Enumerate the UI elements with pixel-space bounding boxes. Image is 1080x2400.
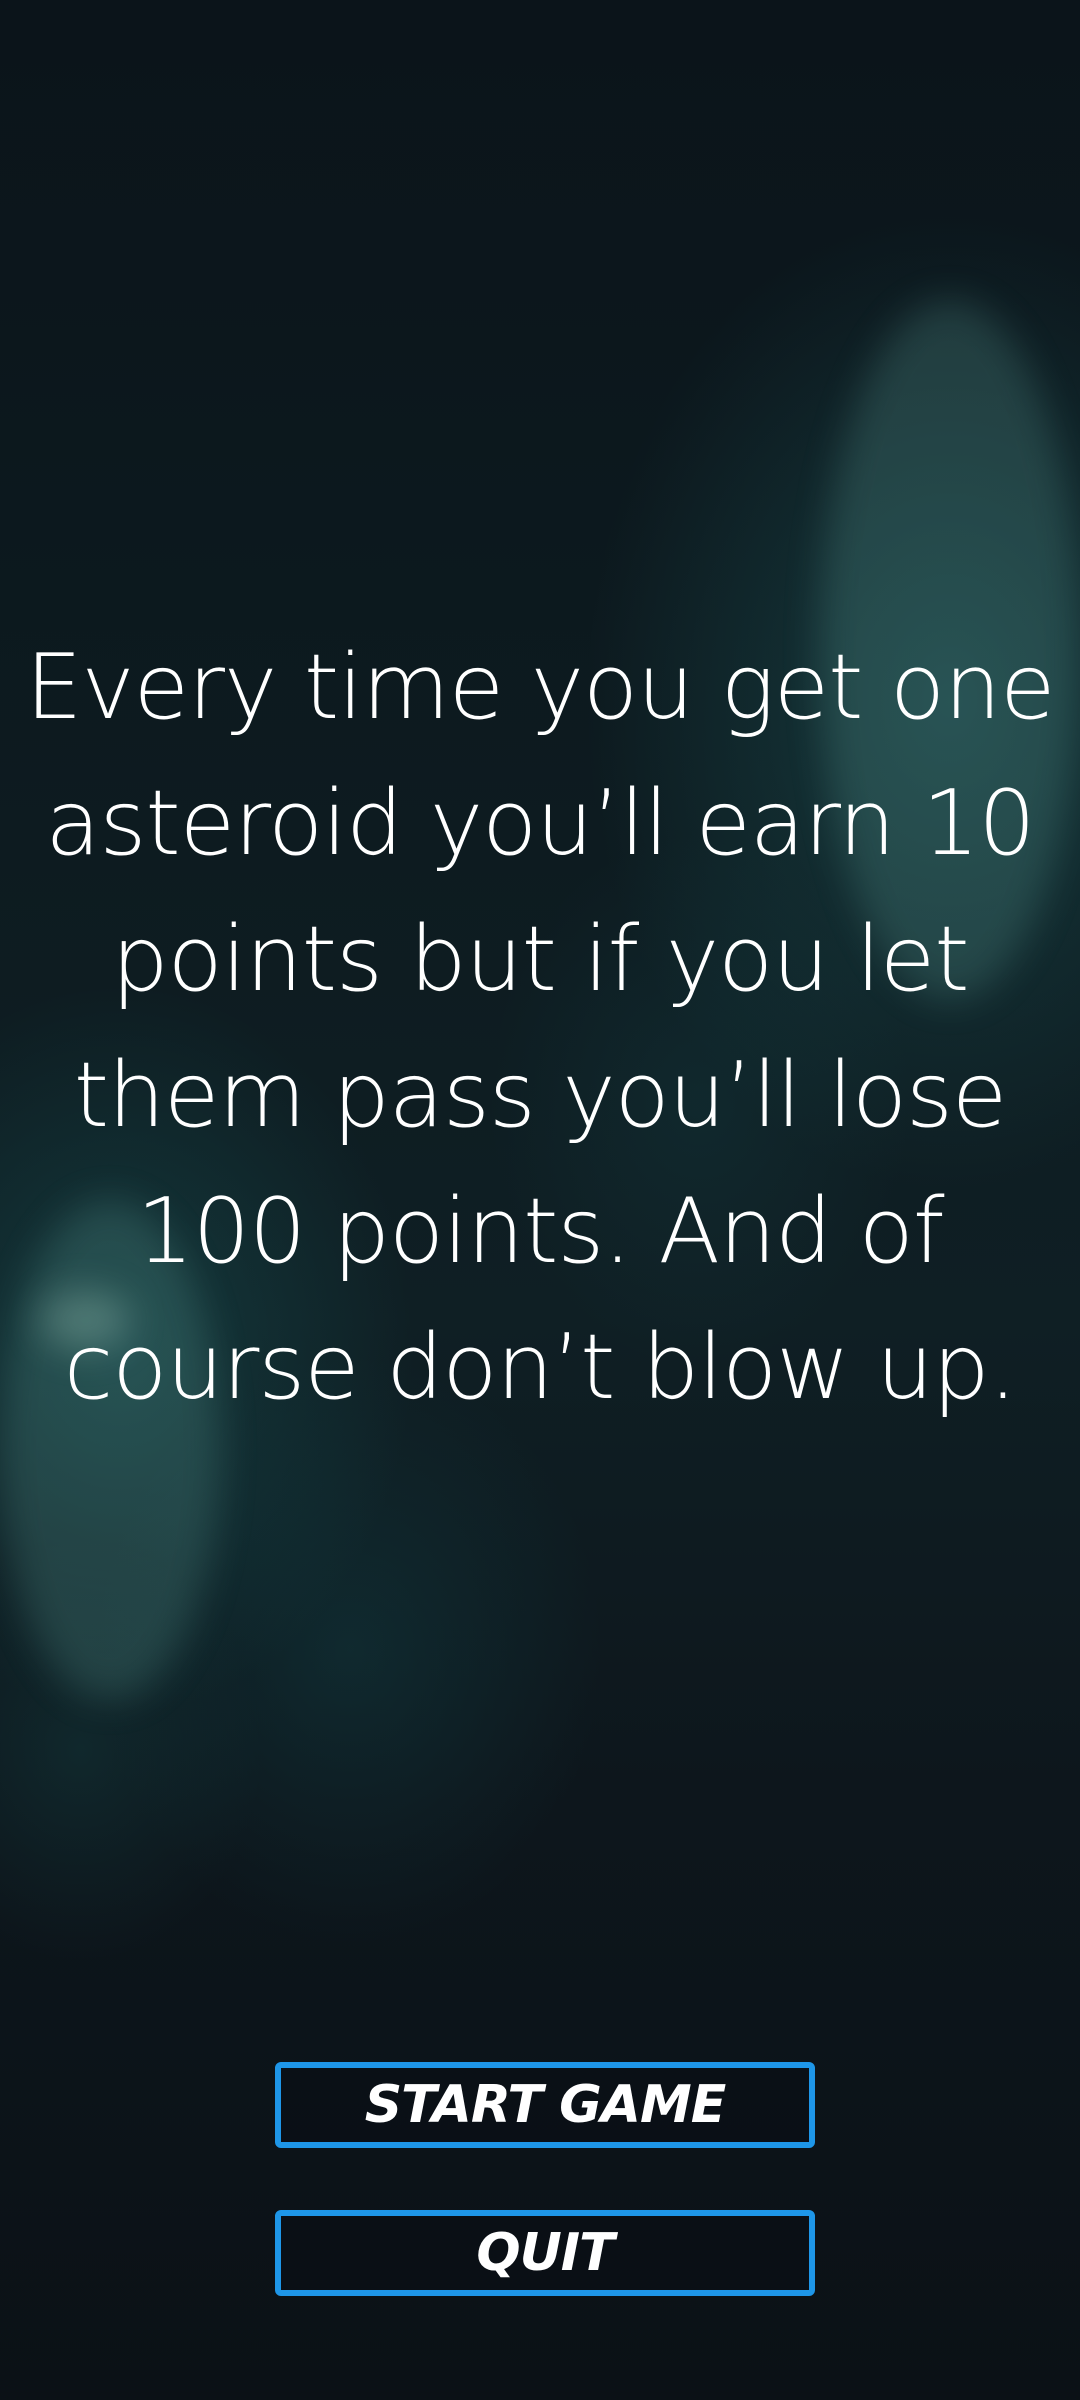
instructions-text: Every time you get one asteroid you’ll e…	[25, 635, 1055, 1420]
start-game-button[interactable]: START GAME	[275, 2062, 815, 2148]
game-screen: Every time you get one asteroid you’ll e…	[0, 0, 1080, 2400]
quit-button[interactable]: QUIT	[275, 2210, 815, 2296]
